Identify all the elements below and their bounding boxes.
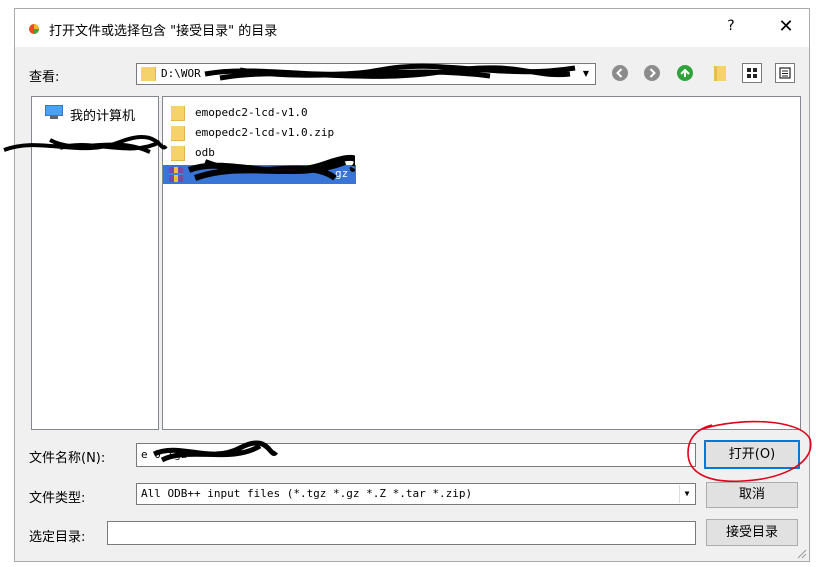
forward-button[interactable] xyxy=(643,64,661,82)
new-folder-button[interactable] xyxy=(711,64,729,82)
folder-icon xyxy=(141,67,156,81)
help-button[interactable]: ? xyxy=(721,18,741,38)
new-folder-icon xyxy=(714,66,726,81)
look-in-combo[interactable]: D:\WOR ▼ xyxy=(136,63,596,85)
detail-view-button[interactable] xyxy=(775,63,795,83)
file-name: odb xyxy=(195,146,215,159)
back-button[interactable] xyxy=(611,64,629,82)
app-icon xyxy=(29,24,39,34)
chevron-down-icon[interactable]: ▼ xyxy=(579,66,593,82)
list-item[interactable]: emopedc2-lcd-v1.0.zip xyxy=(167,124,387,143)
open-file-dialog: 打开文件或选择包含 "接受目录" 的目录 ? ✕ 查看: D:\WOR ▼ 我的… xyxy=(14,8,810,562)
file-name: emopedc2-lcd-v1.0.zip xyxy=(195,126,335,139)
file-name: gz xyxy=(335,167,349,180)
filename-label: 文件名称(N): xyxy=(29,451,106,466)
look-in-path: D:\WOR xyxy=(161,67,201,80)
title-bar: 打开文件或选择包含 "接受目录" 的目录 ? ✕ xyxy=(15,9,809,47)
filetype-value: All ODB++ input files (*.tgz *.gz *.Z *.… xyxy=(141,487,473,500)
list-view-button[interactable] xyxy=(742,63,762,83)
archive-icon xyxy=(169,167,183,182)
look-in-label: 查看: xyxy=(29,70,60,85)
selected-dir-label: 选定目录: xyxy=(29,530,86,545)
grid-view-icon xyxy=(747,68,757,78)
list-item[interactable]: emopedc2-lcd-v1.0 xyxy=(167,104,367,123)
chevron-down-icon[interactable]: ▼ xyxy=(679,485,694,503)
folder-icon xyxy=(171,126,185,141)
up-folder-button[interactable] xyxy=(676,64,694,82)
places-sidebar: 我的计算机 xyxy=(31,96,159,430)
forward-icon xyxy=(644,65,660,81)
resize-grip-icon[interactable] xyxy=(795,547,807,559)
back-icon xyxy=(612,65,628,81)
close-button[interactable]: ✕ xyxy=(775,18,797,38)
cancel-button[interactable]: 取消 xyxy=(706,482,798,508)
computer-icon xyxy=(45,105,63,119)
sidebar-item-label: 我的计算机 xyxy=(70,109,136,124)
accept-dir-button[interactable]: 接受目录 xyxy=(706,519,798,546)
file-list: emopedc2-lcd-v1.0 emopedc2-lcd-v1.0.zip … xyxy=(162,96,801,430)
selected-dir-input[interactable] xyxy=(107,521,696,545)
detail-view-icon xyxy=(779,67,791,79)
filename-input[interactable]: e 0.tgz xyxy=(136,443,696,467)
up-arrow-icon xyxy=(677,65,693,81)
list-item-selected[interactable]: gz xyxy=(163,165,356,184)
file-name: emopedc2-lcd-v1.0 xyxy=(195,106,308,119)
open-button[interactable]: 打开(O) xyxy=(704,440,800,469)
filetype-label: 文件类型: xyxy=(29,491,86,506)
folder-icon xyxy=(171,106,185,121)
folder-icon xyxy=(171,146,185,161)
filetype-select[interactable]: All ODB++ input files (*.tgz *.gz *.Z *.… xyxy=(136,483,696,505)
dialog-title: 打开文件或选择包含 "接受目录" 的目录 xyxy=(49,24,278,39)
list-item[interactable]: odb xyxy=(167,144,267,163)
